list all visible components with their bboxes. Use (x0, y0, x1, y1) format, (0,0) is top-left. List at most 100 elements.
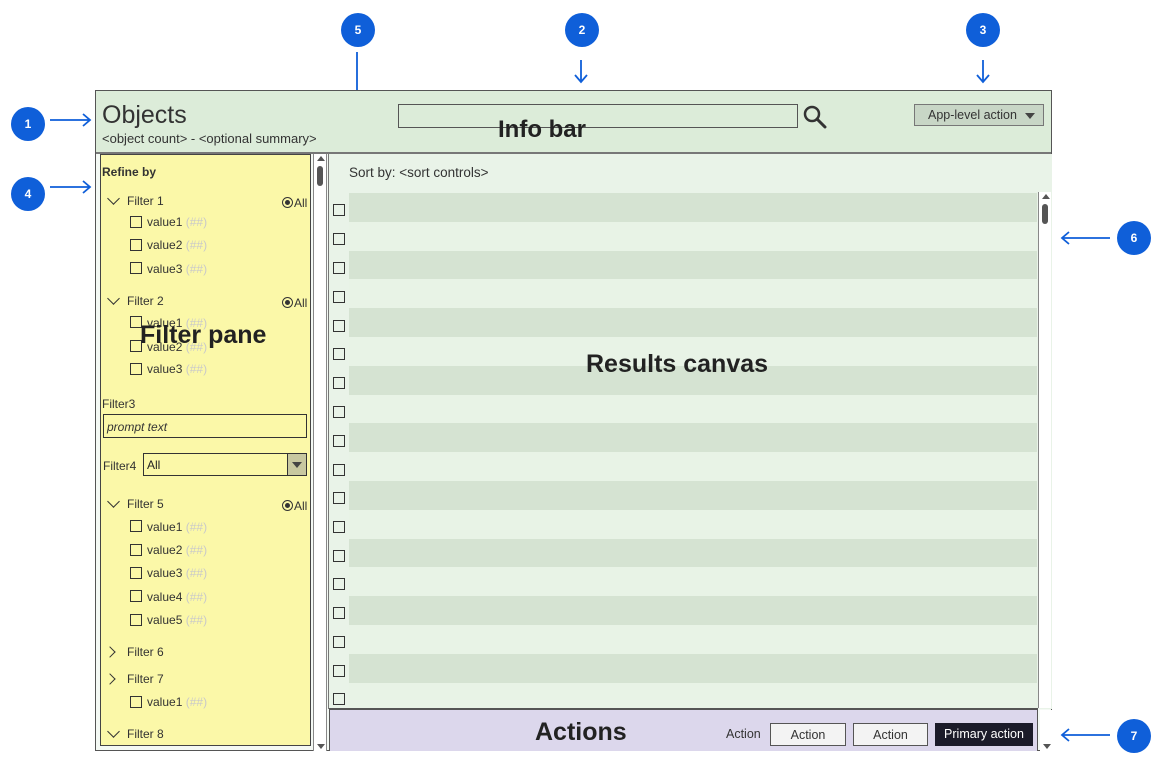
table-row[interactable] (349, 250, 1037, 280)
row-checkbox[interactable] (333, 607, 345, 619)
filter-value: value2 (##) (147, 543, 207, 557)
value-name: value1 (147, 215, 183, 229)
all-label: All (294, 296, 308, 310)
table-row[interactable] (349, 538, 1037, 568)
row-checkbox[interactable] (333, 636, 345, 648)
checkbox[interactable] (130, 239, 142, 251)
table-row[interactable] (349, 480, 1037, 510)
row-checkbox[interactable] (333, 492, 345, 504)
row-checkbox[interactable] (333, 693, 345, 705)
row-checkbox[interactable] (333, 521, 345, 533)
scroll-up-icon[interactable] (1042, 194, 1050, 199)
checkbox[interactable] (130, 520, 142, 532)
table-row[interactable] (349, 567, 1037, 597)
checkbox[interactable] (130, 262, 142, 274)
checkbox[interactable] (130, 696, 142, 708)
table-row[interactable] (349, 624, 1037, 654)
row-checkbox[interactable] (333, 550, 345, 562)
checkbox[interactable] (130, 590, 142, 602)
row-checkbox[interactable] (333, 262, 345, 274)
table-row[interactable] (349, 596, 1037, 625)
search-icon[interactable] (802, 104, 828, 130)
table-row[interactable] (349, 193, 1037, 222)
bottom-scrollbar[interactable] (1040, 710, 1052, 751)
value-name: value3 (147, 566, 183, 580)
row-checkbox[interactable] (333, 291, 345, 303)
filter-value: value1 (##) (147, 695, 207, 709)
scroll-thumb[interactable] (317, 166, 323, 186)
scroll-thumb[interactable] (1042, 204, 1048, 224)
scroll-up-icon[interactable] (317, 156, 325, 161)
page-subtitle: <object count> - <optional summary> (102, 131, 317, 146)
checkbox[interactable] (130, 216, 142, 228)
row-checkbox[interactable] (333, 578, 345, 590)
search-input[interactable] (398, 104, 798, 128)
app-level-action-label: App-level action (928, 108, 1017, 122)
results-scrollbar[interactable] (1038, 192, 1051, 708)
scroll-down-icon[interactable] (1043, 744, 1051, 749)
row-checkbox[interactable] (333, 464, 345, 476)
table-row[interactable] (349, 308, 1037, 337)
all-label: All (294, 499, 308, 513)
value-count: (##) (185, 590, 208, 604)
value-count: (##) (185, 238, 208, 252)
row-checkbox[interactable] (333, 320, 345, 332)
filter-value: value3 (##) (147, 262, 207, 276)
value-name: value2 (147, 543, 183, 557)
value-name: value3 (147, 262, 183, 276)
table-row[interactable] (349, 221, 1037, 251)
table-row[interactable] (349, 279, 1037, 309)
table-row[interactable] (349, 423, 1037, 453)
callout-badge-6: 6 (1117, 221, 1151, 255)
row-checkbox[interactable] (333, 204, 345, 216)
filter-5-header[interactable]: Filter 5 (127, 497, 164, 511)
action-button-1[interactable]: Action (770, 723, 846, 746)
value-count: (##) (185, 520, 208, 534)
radio-all-filter-5[interactable] (282, 500, 293, 511)
filter-4-label: Filter4 (103, 459, 137, 473)
filter-3-text-input[interactable]: prompt text (103, 414, 307, 438)
action-button-2[interactable]: Action (853, 723, 928, 746)
row-checkbox[interactable] (333, 665, 345, 677)
filter-pane-scrollbar[interactable] (313, 154, 327, 751)
value-count: (##) (185, 613, 208, 627)
filter-4-select[interactable]: All (143, 453, 307, 476)
app-level-action-dropdown[interactable]: App-level action (914, 104, 1044, 126)
filter-value: value3 (##) (147, 566, 207, 580)
refine-by-label: Refine by (102, 165, 157, 179)
callout-badge-4: 4 (11, 177, 45, 211)
filter-3-label: Filter3 (102, 397, 136, 411)
filter-2-header[interactable]: Filter 2 (127, 294, 164, 308)
value-count: (##) (185, 215, 208, 229)
filter-8-header[interactable]: Filter 8 (127, 727, 164, 741)
scroll-down-icon[interactable] (317, 744, 325, 749)
results-rows (349, 193, 1037, 712)
row-checkbox[interactable] (333, 406, 345, 418)
primary-action-button[interactable]: Primary action (935, 723, 1033, 746)
checkbox[interactable] (130, 363, 142, 375)
table-row[interactable] (349, 653, 1037, 683)
table-row[interactable] (349, 394, 1037, 424)
filter-value: value4 (##) (147, 590, 207, 604)
checkbox[interactable] (130, 544, 142, 556)
row-checkbox[interactable] (333, 435, 345, 447)
results-canvas-label: Results canvas (586, 350, 769, 378)
row-checkbox[interactable] (333, 348, 345, 360)
radio-all-filter-1[interactable] (282, 197, 293, 208)
action-text-link[interactable]: Action (726, 727, 761, 741)
sort-controls[interactable]: Sort by: <sort controls> (349, 165, 489, 180)
checkbox[interactable] (130, 567, 142, 579)
table-row[interactable] (349, 452, 1037, 481)
row-checkbox[interactable] (333, 233, 345, 245)
table-row[interactable] (349, 509, 1037, 539)
filter-7-header[interactable]: Filter 7 (127, 672, 164, 686)
value-count: (##) (185, 543, 208, 557)
dropdown-arrow-icon[interactable] (287, 454, 306, 475)
filter-1-header[interactable]: Filter 1 (127, 194, 164, 208)
checkbox[interactable] (130, 614, 142, 626)
row-checkbox[interactable] (333, 377, 345, 389)
actions-bar-label: Actions (535, 718, 627, 746)
filter-4-selected-value: All (147, 458, 161, 472)
filter-6-header[interactable]: Filter 6 (127, 645, 164, 659)
radio-all-filter-2[interactable] (282, 297, 293, 308)
